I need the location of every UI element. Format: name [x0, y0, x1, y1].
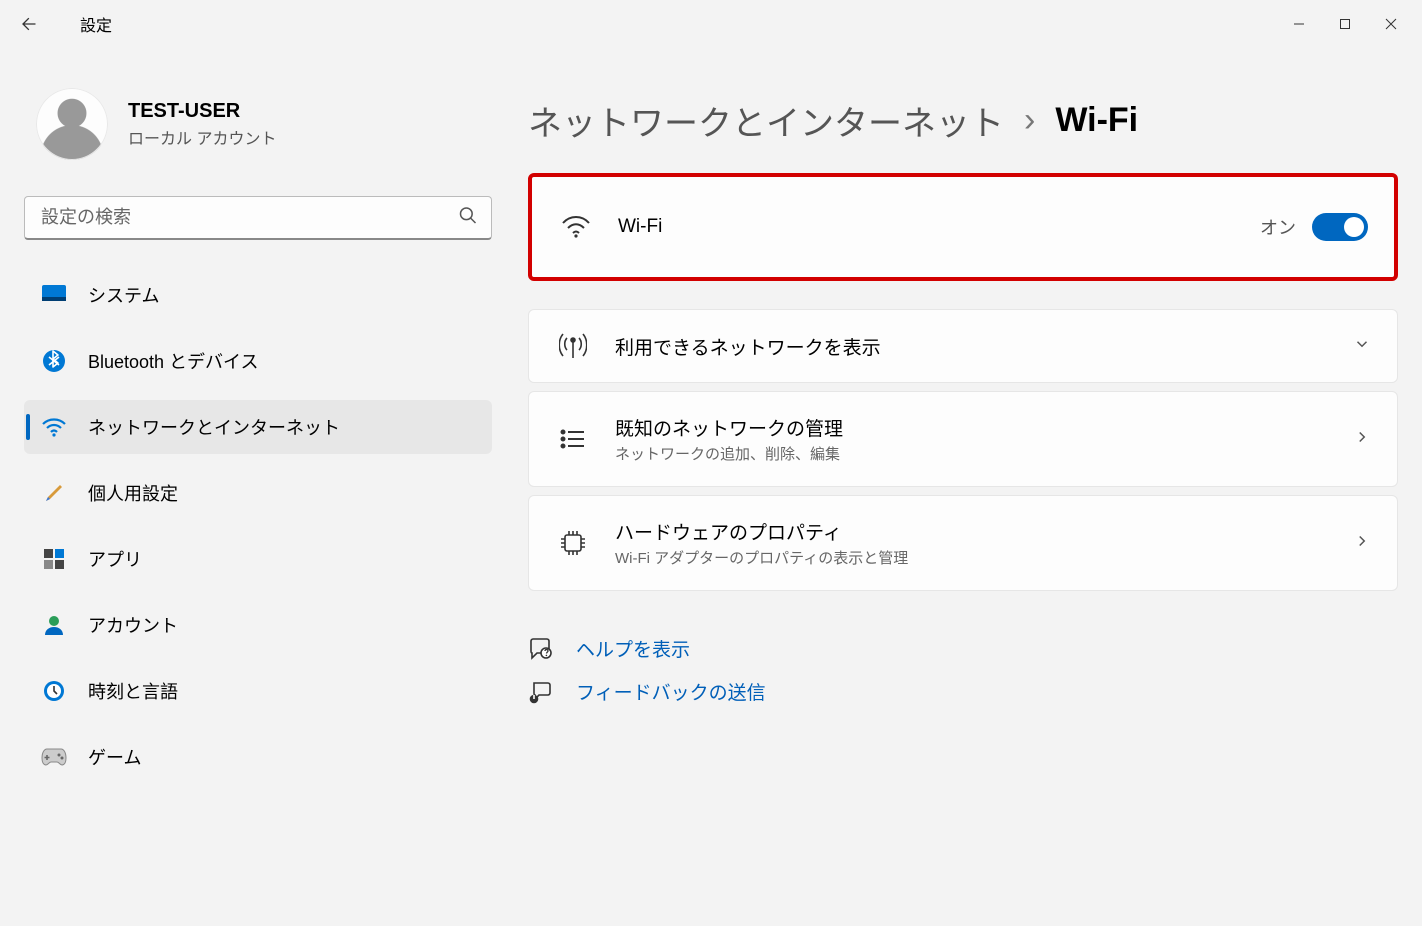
known-networks-subtitle: ネットワークの追加、削除、編集: [615, 443, 1353, 464]
arrow-left-icon: [18, 14, 38, 34]
sidebar-item-label: 時刻と言語: [88, 678, 178, 704]
hardware-properties-subtitle: Wi-Fi アダプターのプロパティの表示と管理: [615, 547, 1353, 568]
apps-icon: [40, 545, 68, 573]
minimize-button[interactable]: [1276, 8, 1322, 40]
maximize-button[interactable]: [1322, 8, 1368, 40]
sidebar-item-label: ゲーム: [88, 744, 141, 770]
wifi-icon: [40, 413, 68, 441]
paintbrush-icon: [40, 479, 68, 507]
feedback-icon: [528, 680, 554, 704]
user-block[interactable]: TEST-USER ローカル アカウント: [24, 80, 492, 168]
hardware-properties-title: ハードウェアのプロパティ: [615, 518, 1353, 545]
feedback-link-text: フィードバックの送信: [576, 678, 766, 705]
clock-globe-icon: [40, 677, 68, 705]
app-title: 設定: [80, 12, 112, 36]
sidebar-item-bluetooth[interactable]: Bluetooth とデバイス: [24, 334, 492, 388]
breadcrumb-current: Wi-Fi: [1055, 101, 1138, 140]
sidebar-item-apps[interactable]: アプリ: [24, 532, 492, 586]
wifi-card-title: Wi-Fi: [618, 216, 1260, 238]
chevron-down-icon: [1353, 335, 1371, 358]
sidebar-item-time[interactable]: 時刻と言語: [24, 664, 492, 718]
sidebar-item-gaming[interactable]: ゲーム: [24, 730, 492, 784]
avatar: [36, 88, 108, 160]
wifi-toggle[interactable]: [1312, 213, 1368, 241]
close-button[interactable]: [1368, 8, 1414, 40]
breadcrumb-parent[interactable]: ネットワークとインターネット: [528, 96, 1004, 145]
hardware-properties-card[interactable]: ハードウェアのプロパティ Wi-Fi アダプターのプロパティの表示と管理: [528, 495, 1398, 591]
system-icon: [40, 281, 68, 309]
search-icon: [458, 206, 478, 231]
help-icon: [528, 637, 554, 661]
known-networks-title: 既知のネットワークの管理: [615, 414, 1353, 441]
breadcrumb-separator: ›: [1024, 101, 1035, 140]
sidebar-item-label: アカウント: [88, 612, 178, 638]
known-networks-card[interactable]: 既知のネットワークの管理 ネットワークの追加、削除、編集: [528, 391, 1398, 487]
sidebar-item-personalize[interactable]: 個人用設定: [24, 466, 492, 520]
maximize-icon: [1339, 18, 1351, 30]
search-input[interactable]: [24, 196, 492, 240]
wifi-toggle-state: オン: [1260, 214, 1296, 240]
chip-icon: [555, 529, 591, 557]
user-name: TEST-USER: [128, 100, 276, 123]
sidebar-item-label: 個人用設定: [88, 480, 178, 506]
user-subtitle: ローカル アカウント: [128, 125, 276, 149]
sidebar-item-accounts[interactable]: アカウント: [24, 598, 492, 652]
sidebar-item-label: Bluetooth とデバイス: [88, 348, 259, 374]
chevron-right-icon: [1353, 428, 1371, 451]
person-icon: [40, 611, 68, 639]
help-link[interactable]: ヘルプを表示: [528, 635, 1398, 662]
gamepad-icon: [40, 743, 68, 771]
links-section: ヘルプを表示 フィードバックの送信: [528, 635, 1398, 705]
back-button[interactable]: [8, 4, 48, 44]
feedback-link[interactable]: フィードバックの送信: [528, 678, 1398, 705]
sidebar-item-label: ネットワークとインターネット: [88, 414, 340, 440]
minimize-icon: [1293, 18, 1305, 30]
sidebar-item-system[interactable]: システム: [24, 268, 492, 322]
bluetooth-icon: [40, 347, 68, 375]
sidebar: TEST-USER ローカル アカウント システム Bluetooth とデバイ…: [24, 48, 504, 926]
list-icon: [555, 428, 591, 450]
main-content: ネットワークとインターネット › Wi-Fi Wi-Fi オン: [504, 48, 1398, 926]
search-container: [24, 196, 492, 240]
titlebar: 設定: [0, 0, 1422, 48]
available-networks-title: 利用できるネットワークを表示: [615, 333, 1353, 360]
close-icon: [1385, 18, 1397, 30]
chevron-right-icon: [1353, 532, 1371, 555]
wifi-toggle-card[interactable]: Wi-Fi オン: [528, 173, 1398, 281]
breadcrumb: ネットワークとインターネット › Wi-Fi: [528, 96, 1398, 145]
available-networks-card[interactable]: 利用できるネットワークを表示: [528, 309, 1398, 383]
antenna-icon: [555, 332, 591, 360]
sidebar-item-label: システム: [88, 282, 159, 308]
sidebar-item-label: アプリ: [88, 546, 142, 572]
help-link-text: ヘルプを表示: [576, 635, 690, 662]
nav-list: システム Bluetooth とデバイス ネットワークとインターネット 個人用設…: [24, 268, 492, 784]
wifi-icon: [558, 215, 594, 239]
sidebar-item-network[interactable]: ネットワークとインターネット: [24, 400, 492, 454]
